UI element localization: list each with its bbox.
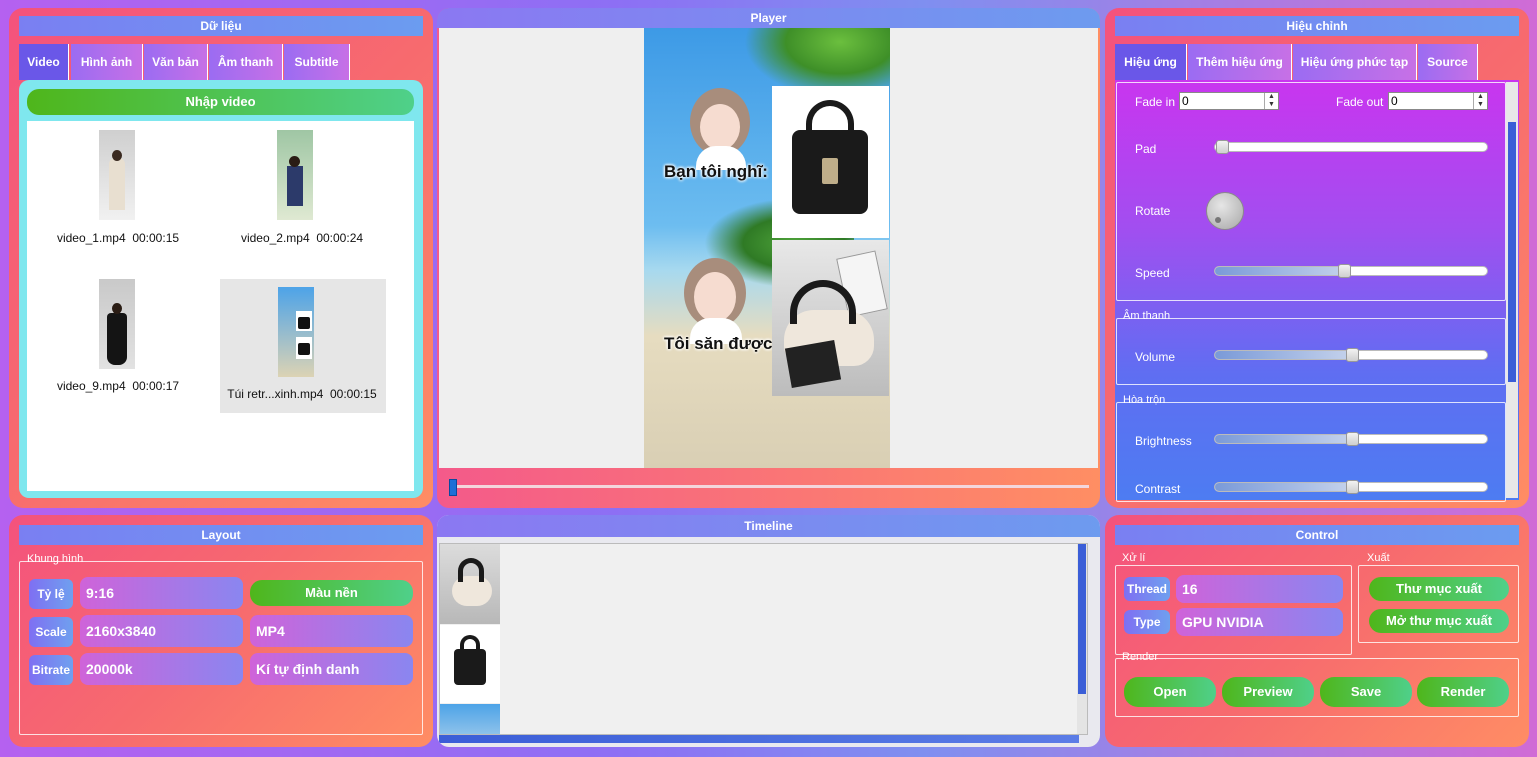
contrast-label: Contrast xyxy=(1135,482,1181,496)
video-label: video_1.mp4 00:00:15 xyxy=(56,231,180,245)
data-panel: Dữ liệu Video Hình ảnh Văn bản Âm thanh … xyxy=(9,8,433,508)
ratio-field[interactable]: 9:16 xyxy=(80,577,243,609)
player-panel: Player Bạn tôi nghĩ: Tôi săn được: xyxy=(437,8,1100,508)
tab-video[interactable]: Video xyxy=(19,44,69,80)
contrast-slider[interactable] xyxy=(1214,480,1488,494)
speed-label: Speed xyxy=(1135,266,1170,280)
rotate-label: Rotate xyxy=(1135,204,1171,218)
pad-slider[interactable] xyxy=(1214,140,1488,154)
tab-images[interactable]: Hình ảnh xyxy=(71,44,143,80)
audio-group-label: Âm thanh xyxy=(1123,310,1171,322)
fade-in-label: Fade in xyxy=(1135,95,1176,109)
timeline-clip[interactable] xyxy=(440,544,500,624)
video-thumbnail xyxy=(99,130,135,220)
identifier-field[interactable]: Kí tự định danh xyxy=(250,653,413,685)
mix-group-label: Hòa trộn xyxy=(1123,394,1166,406)
brightness-label: Brightness xyxy=(1135,434,1192,448)
scale-label: Scale xyxy=(29,617,73,647)
slider-handle[interactable] xyxy=(1346,432,1359,446)
format-field[interactable]: MP4 xyxy=(250,615,413,647)
spin-arrows-icon[interactable]: ▲ ▼ xyxy=(1264,93,1278,109)
bg-color-button[interactable]: Màu nền xyxy=(250,580,413,606)
layout-panel: Layout Khung hình Tỷ lệ 9:16 Màu nền Sca… xyxy=(9,515,433,747)
video-label: video_9.mp4 00:00:17 xyxy=(56,379,180,393)
volume-label: Volume xyxy=(1135,350,1176,364)
list-item[interactable]: video_2.mp4 00:00:24 xyxy=(217,123,383,267)
open-output-folder-button[interactable]: Mở thư mục xuất xyxy=(1369,609,1509,633)
tab-add-effects[interactable]: Thêm hiệu ứng xyxy=(1188,44,1292,80)
control-panel: Control Xử lí Thread 16 Type GPU NVIDIA … xyxy=(1105,515,1529,747)
slider-handle[interactable] xyxy=(1346,480,1359,494)
ratio-label: Tỷ lệ xyxy=(29,579,73,609)
list-item[interactable]: video_9.mp4 00:00:17 xyxy=(33,273,199,417)
scrollbar[interactable] xyxy=(1506,82,1518,498)
render-button[interactable]: Render xyxy=(1417,677,1509,707)
thread-label: Thread xyxy=(1124,577,1170,601)
adjust-panel: Hiệu chỉnh Hiệu ứng Thêm hiệu ứng Hiệu ứ… xyxy=(1105,8,1529,508)
timeline-title: Timeline xyxy=(437,515,1100,537)
fade-out-spinbox[interactable]: 0 ▲ ▼ xyxy=(1388,92,1488,110)
layout-panel-title: Layout xyxy=(19,525,423,545)
video-thumbnail xyxy=(99,279,135,369)
timeline-clip[interactable] xyxy=(440,704,500,734)
process-group-label: Xử lí xyxy=(1122,552,1146,564)
timeline-vscroll[interactable] xyxy=(1077,544,1087,734)
tab-source[interactable]: Source xyxy=(1418,44,1478,80)
control-panel-title: Control xyxy=(1115,525,1519,545)
export-group-label: Xuất xyxy=(1367,552,1390,564)
data-panel-title: Dữ liệu xyxy=(19,16,423,36)
save-button[interactable]: Save xyxy=(1320,677,1412,707)
video-label: video_2.mp4 00:00:24 xyxy=(240,231,364,245)
video-thumbnail xyxy=(278,287,314,377)
thread-field[interactable]: 16 xyxy=(1176,575,1343,603)
timeline-panel: Timeline xyxy=(437,515,1100,747)
slider-handle[interactable] xyxy=(1346,348,1359,362)
list-item[interactable]: video_1.mp4 00:00:15 xyxy=(33,123,199,267)
output-folder-button[interactable]: Thư mục xuất xyxy=(1369,577,1509,601)
timeline-track[interactable] xyxy=(439,543,1088,735)
fade-out-label: Fade out xyxy=(1336,95,1384,109)
spin-arrows-icon[interactable]: ▲ ▼ xyxy=(1473,93,1487,109)
slider-handle[interactable] xyxy=(1216,140,1229,154)
timeline-clip[interactable] xyxy=(440,625,500,703)
video-viewport[interactable]: Bạn tôi nghĩ: Tôi săn được: xyxy=(439,28,1098,468)
tab-audio[interactable]: Âm thanh xyxy=(209,44,283,80)
tab-text[interactable]: Văn bản xyxy=(144,44,208,80)
pad-label: Pad xyxy=(1135,142,1157,156)
open-button[interactable]: Open xyxy=(1124,677,1216,707)
preview-button[interactable]: Preview xyxy=(1222,677,1314,707)
fade-in-spinbox[interactable]: 0 ▲ ▼ xyxy=(1179,92,1279,110)
tab-subtitle[interactable]: Subtitle xyxy=(284,44,350,80)
caption-top: Bạn tôi nghĩ: xyxy=(664,162,768,181)
tab-effects[interactable]: Hiệu ứng xyxy=(1115,44,1187,80)
video-list[interactable]: video_1.mp4 00:00:15 video_2.mp4 00:00:2… xyxy=(27,121,414,491)
type-field[interactable]: GPU NVIDIA xyxy=(1176,608,1343,636)
slider-handle[interactable] xyxy=(1338,264,1351,278)
seek-handle[interactable] xyxy=(449,479,457,496)
video-frame: Bạn tôi nghĩ: Tôi săn được: xyxy=(644,28,890,468)
caption-bottom: Tôi săn được: xyxy=(664,334,779,353)
frame-group-label: Khung hình xyxy=(27,553,84,565)
brightness-slider[interactable] xyxy=(1214,432,1488,446)
bitrate-field[interactable]: 20000k xyxy=(80,653,243,685)
video-thumbnail xyxy=(277,130,313,220)
rotate-dial[interactable] xyxy=(1206,192,1244,230)
type-label: Type xyxy=(1124,610,1170,634)
render-group-label: Render xyxy=(1122,651,1159,663)
adjust-panel-title: Hiệu chỉnh xyxy=(1115,16,1519,36)
scale-field[interactable]: 2160x3840 xyxy=(80,615,243,647)
player-title: Player xyxy=(437,8,1100,28)
video-label: Túi retr...xinh.mp4 00:00:15 xyxy=(227,387,377,401)
volume-slider[interactable] xyxy=(1214,348,1488,362)
import-video-button[interactable]: Nhập video xyxy=(27,89,414,115)
speed-slider[interactable] xyxy=(1214,264,1488,278)
timeline-hscroll[interactable] xyxy=(439,735,1079,743)
bitrate-label: Bitrate xyxy=(29,655,73,685)
tab-complex-effects[interactable]: Hiệu ứng phức tạp xyxy=(1293,44,1417,80)
seek-slider[interactable] xyxy=(449,485,1089,488)
list-item[interactable]: Túi retr...xinh.mp4 00:00:15 xyxy=(220,279,386,413)
